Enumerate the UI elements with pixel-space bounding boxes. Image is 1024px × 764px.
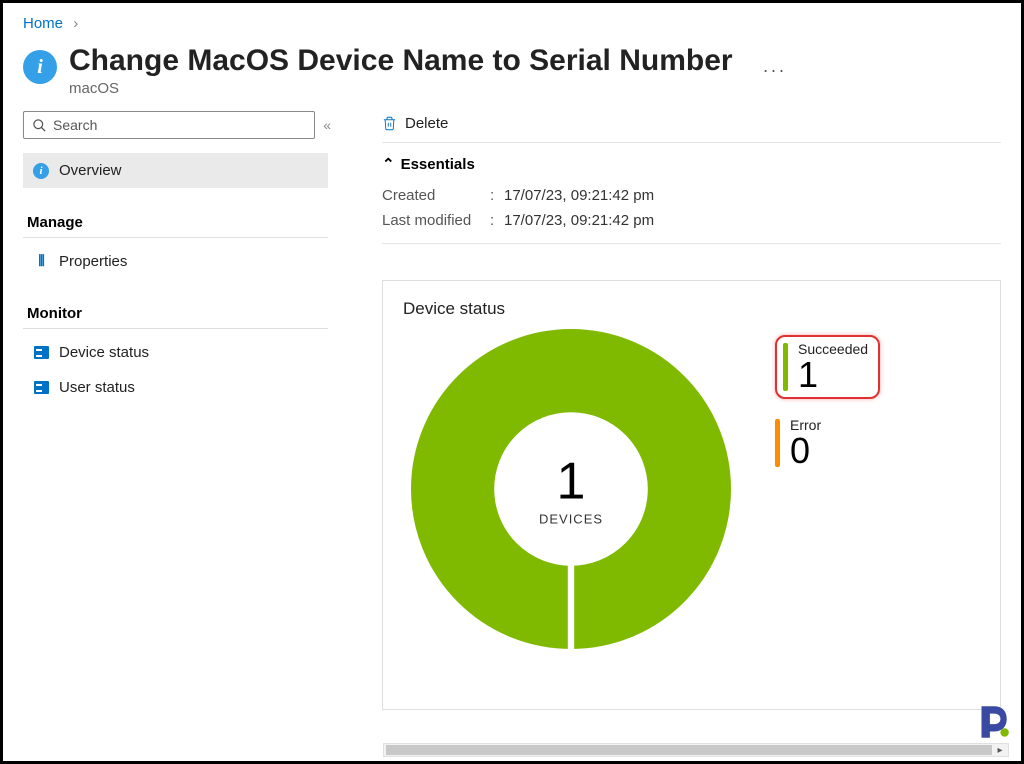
page-title: Change MacOS Device Name to Serial Numbe… <box>69 44 733 78</box>
main-content: Delete ⌃ Essentials Created : 17/07/23, … <box>328 111 1001 710</box>
brand-logo <box>971 701 1013 743</box>
sidebar-item-label: Properties <box>59 253 127 270</box>
chevron-up-icon: ⌃ <box>382 155 395 173</box>
sliders-icon: ⦀ <box>33 254 49 270</box>
info-icon: i <box>23 50 57 84</box>
scrollbar-thumb[interactable] <box>386 745 992 755</box>
essentials-created-row: Created : 17/07/23, 09:21:42 pm <box>382 183 1001 208</box>
toolbar: Delete <box>382 111 1001 143</box>
card-title: Device status <box>403 299 980 319</box>
essentials-modified-row: Last modified : 17/07/23, 09:21:42 pm <box>382 208 1001 233</box>
page-header: i Change MacOS Device Name to Serial Num… <box>3 36 1021 111</box>
legend-color-orange <box>775 419 780 467</box>
modified-label: Last modified <box>382 212 490 229</box>
legend-error-value: 0 <box>790 433 821 469</box>
essentials-toggle[interactable]: ⌃ Essentials <box>382 143 1001 183</box>
created-label: Created <box>382 187 490 204</box>
sidebar-item-label: Device status <box>59 344 149 361</box>
device-status-card: Device status 1 DEVICES <box>382 280 1001 710</box>
page-subtitle: macOS <box>69 80 733 97</box>
sidebar-item-label: User status <box>59 379 135 396</box>
sidebar-item-overview[interactable]: i Overview <box>23 153 328 188</box>
essentials-heading: Essentials <box>401 156 475 173</box>
chart-legend: Succeeded 1 Error 0 <box>775 335 880 487</box>
breadcrumb-home-link[interactable]: Home <box>23 15 63 32</box>
search-input[interactable]: Search <box>23 111 315 139</box>
search-placeholder: Search <box>53 117 97 133</box>
horizontal-scrollbar[interactable]: ▸ <box>383 743 1009 757</box>
sidebar-item-label: Overview <box>59 162 122 179</box>
legend-color-green <box>783 343 788 391</box>
legend-succeeded[interactable]: Succeeded 1 <box>775 335 880 399</box>
legend-error[interactable]: Error 0 <box>775 413 880 473</box>
donut-value: 1 <box>539 452 603 512</box>
search-icon <box>32 118 47 133</box>
scroll-right-arrow[interactable]: ▸ <box>994 744 1006 756</box>
server-icon <box>34 381 49 394</box>
sidebar-section-manage: Manage <box>23 196 328 238</box>
sidebar-item-device-status[interactable]: Device status <box>23 335 328 370</box>
chevron-right-icon: › <box>73 15 78 32</box>
donut-label: DEVICES <box>539 512 603 527</box>
sidebar-section-monitor: Monitor <box>23 287 328 329</box>
server-icon <box>34 346 49 359</box>
info-icon: i <box>33 163 49 179</box>
trash-icon <box>382 116 397 132</box>
breadcrumb: Home › <box>3 3 1021 36</box>
more-actions-button[interactable]: ··· <box>763 60 787 81</box>
donut-chart: 1 DEVICES <box>411 329 731 649</box>
sidebar: Search « i Overview Manage ⦀ Properties … <box>23 111 328 710</box>
created-value: 17/07/23, 09:21:42 pm <box>504 187 654 204</box>
legend-succeeded-value: 1 <box>798 357 868 393</box>
delete-button[interactable]: Delete <box>405 115 448 132</box>
sidebar-item-user-status[interactable]: User status <box>23 370 328 405</box>
modified-value: 17/07/23, 09:21:42 pm <box>504 212 654 229</box>
sidebar-item-properties[interactable]: ⦀ Properties <box>23 244 328 279</box>
